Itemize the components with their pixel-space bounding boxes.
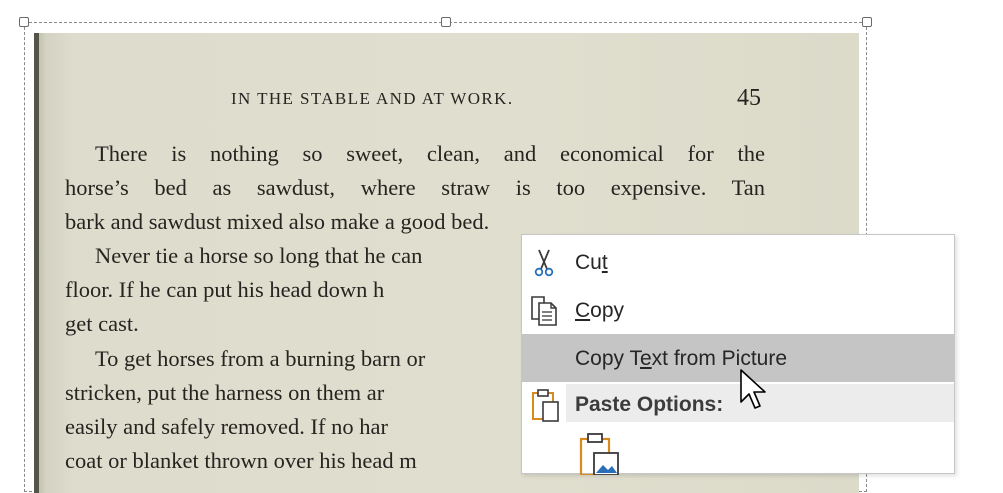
page-number: 45 (737, 85, 761, 111)
menu-item-cut[interactable]: Cut (522, 238, 954, 286)
resize-handle-top-left[interactable] (19, 17, 29, 27)
text-line: bark and sawdust mixed also make a good … (65, 209, 490, 234)
running-head: IN THE STABLE AND AT WORK. (231, 89, 514, 108)
text-line: There is nothing so sweet, clean, and ec… (95, 141, 765, 166)
menu-item-label: Copy (575, 299, 625, 322)
menu-item-label: Cut (575, 251, 608, 274)
menu-item-copy-text-from-picture[interactable]: Copy Text from Picture (522, 334, 954, 382)
scissors-icon (534, 249, 554, 277)
paste-options-label: Paste Options: (575, 393, 724, 416)
copy-icon (531, 296, 557, 326)
context-menu: Cut Copy Copy Text from Picture Paste Op… (521, 234, 955, 475)
resize-handle-top-center[interactable] (441, 17, 451, 27)
clipboard-icon (532, 389, 559, 422)
paste-picture-icon[interactable] (578, 431, 622, 475)
mouse-pointer-icon (740, 369, 766, 409)
text-line: horse’s bed as sawdust, where straw is t… (65, 175, 765, 200)
resize-handle-top-right[interactable] (862, 17, 872, 27)
menu-item-copy[interactable]: Copy (522, 286, 954, 334)
